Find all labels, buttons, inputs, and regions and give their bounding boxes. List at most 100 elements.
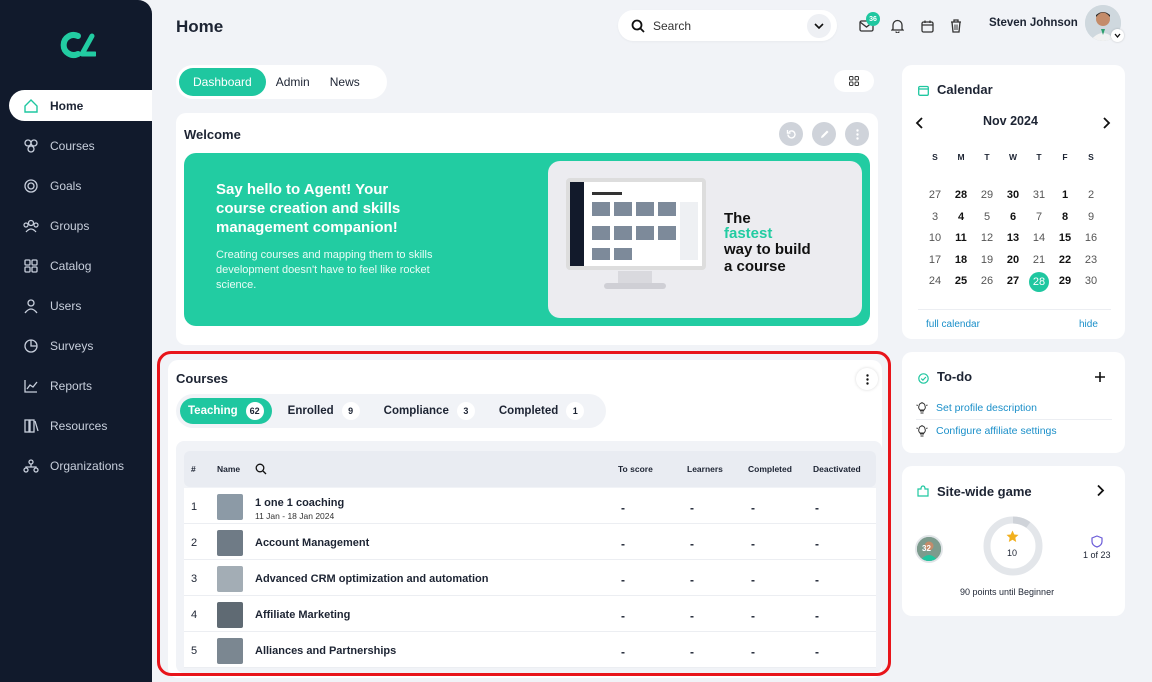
weekday-label: S (1088, 152, 1094, 162)
calendar-day[interactable]: 5 (977, 211, 997, 223)
welcome-banner[interactable]: Say hello to Agent! Your course creation… (184, 153, 870, 326)
todo-item[interactable]: Set profile description (916, 402, 1037, 414)
sidebar-item-reports[interactable]: Reports (9, 370, 152, 401)
weekday-label: T (1036, 152, 1042, 162)
calendar-day[interactable]: 29 (1055, 275, 1075, 287)
calendar-day[interactable]: 10 (925, 232, 945, 244)
tab-admin[interactable]: Admin (266, 68, 320, 96)
calendar-day[interactable]: 12 (977, 232, 997, 244)
chevron-right-icon (1103, 117, 1111, 129)
calendar-day[interactable]: 18 (951, 254, 971, 266)
promo-image: The fastest way to build a course (548, 161, 862, 318)
trash-button[interactable] (946, 16, 966, 36)
trash-icon (951, 19, 961, 33)
calendar-day[interactable]: 2 (1081, 189, 1101, 201)
calendar-day[interactable]: 19 (977, 254, 997, 266)
sidebar-item-goals[interactable]: Goals (9, 170, 152, 201)
search-bar[interactable]: Search (618, 10, 837, 41)
calendar-day[interactable]: 27 (925, 189, 945, 201)
calendar-day[interactable]: 20 (1003, 254, 1023, 266)
page-title: Home (176, 17, 224, 36)
calendar-day[interactable]: 3 (925, 211, 945, 223)
tab-dashboard[interactable]: Dashboard (179, 68, 266, 96)
calendar-card (902, 65, 1125, 339)
calendar-day[interactable]: 21 (1029, 254, 1049, 266)
calendar-day[interactable]: 8 (1055, 211, 1075, 223)
sidebar-item-groups[interactable]: Groups (9, 210, 152, 241)
sidebar-item-resources[interactable]: Resources (9, 410, 152, 441)
hide-calendar-link[interactable]: hide (1079, 319, 1098, 330)
search-scope-dropdown[interactable] (807, 14, 831, 38)
sidebar-item-home[interactable]: Home (9, 90, 152, 121)
chevron-down-icon (1114, 33, 1121, 38)
calendar-day[interactable]: 31 (1029, 189, 1049, 201)
calendar-day[interactable]: 25 (951, 275, 971, 287)
calendar-day[interactable]: 16 (1081, 232, 1101, 244)
monitor-base (604, 283, 666, 289)
chevron-right-icon (1097, 484, 1105, 497)
calendar-day[interactable]: 7 (1029, 211, 1049, 223)
calendar-day[interactable]: 1 (1055, 189, 1075, 201)
calendar-next-button[interactable] (1101, 116, 1111, 135)
sidebar-item-label: Home (50, 98, 84, 113)
calendar-day[interactable]: 4 (951, 211, 971, 223)
todo-item-label: Configure affiliate settings (936, 425, 1057, 437)
sidebar-item-label: Catalog (50, 258, 92, 273)
calendar-day[interactable]: 30 (1003, 189, 1023, 201)
calendar-month: Nov 2024 (983, 114, 1038, 128)
todo-item[interactable]: Configure affiliate settings (916, 425, 1057, 437)
star-icon (1006, 530, 1019, 548)
calendar-day[interactable]: 27 (1003, 275, 1023, 287)
edit-button[interactable] (812, 122, 836, 146)
sidebar-item-users[interactable]: Users (9, 290, 152, 321)
full-calendar-link[interactable]: full calendar (926, 319, 980, 330)
calendar-day[interactable]: 13 (1003, 232, 1023, 244)
sidebar-item-courses[interactable]: Courses (9, 130, 152, 161)
reports-icon (23, 378, 39, 394)
calendar-prev-button[interactable] (915, 116, 925, 135)
welcome-more-button[interactable] (845, 122, 869, 146)
sidebar-item-organizations[interactable]: Organizations (9, 450, 152, 481)
todo-item-label: Set profile description (936, 402, 1037, 414)
layout-grid-button[interactable] (834, 70, 874, 92)
calendar-day[interactable]: 28 (951, 189, 971, 201)
user-name[interactable]: Steven Johnson (989, 17, 1078, 29)
sidebar-item-catalog[interactable]: Catalog (9, 250, 152, 281)
reset-button[interactable] (779, 122, 803, 146)
app-logo[interactable] (56, 30, 96, 60)
calendar-day[interactable]: 26 (977, 275, 997, 287)
weekday-label: F (1062, 152, 1068, 162)
calendar-day[interactable]: 22 (1055, 254, 1075, 266)
calendar-day[interactable]: 14 (1029, 232, 1049, 244)
search-icon (631, 19, 645, 33)
user-menu-chevron[interactable] (1111, 29, 1124, 42)
calendar-day[interactable]: 15 (1055, 232, 1075, 244)
calendar-title-icon (918, 83, 929, 101)
calendar-day[interactable]: 23 (1081, 254, 1101, 266)
calendar-day[interactable]: 28 (1029, 272, 1049, 292)
courses-icon (23, 138, 39, 154)
tab-news[interactable]: News (320, 68, 370, 96)
plus-icon (1095, 372, 1105, 382)
notifications-button[interactable] (887, 16, 907, 36)
sidebar-item-surveys[interactable]: Surveys (9, 330, 152, 361)
game-open-button[interactable] (1096, 484, 1105, 502)
chevron-left-icon (915, 117, 923, 129)
sidebar-item-label: Resources (50, 418, 108, 433)
catalog-icon (23, 258, 39, 274)
calendar-day[interactable]: 29 (977, 189, 997, 201)
calendar-day[interactable]: 30 (1081, 275, 1101, 287)
calendar-day[interactable]: 17 (925, 254, 945, 266)
game-title: Site-wide game (937, 484, 1032, 499)
weekday-label: T (984, 152, 990, 162)
calendar-day[interactable]: 24 (925, 275, 945, 287)
add-todo-button[interactable] (1094, 370, 1106, 388)
search-placeholder: Search (653, 18, 692, 33)
promo-line-2: fastest (724, 225, 773, 242)
calendar-button[interactable] (917, 16, 937, 36)
todo-title: To-do (937, 369, 973, 384)
sidebar-item-label: Reports (50, 378, 93, 393)
calendar-day[interactable]: 6 (1003, 211, 1023, 223)
calendar-day[interactable]: 9 (1081, 211, 1101, 223)
calendar-day[interactable]: 11 (951, 232, 971, 244)
